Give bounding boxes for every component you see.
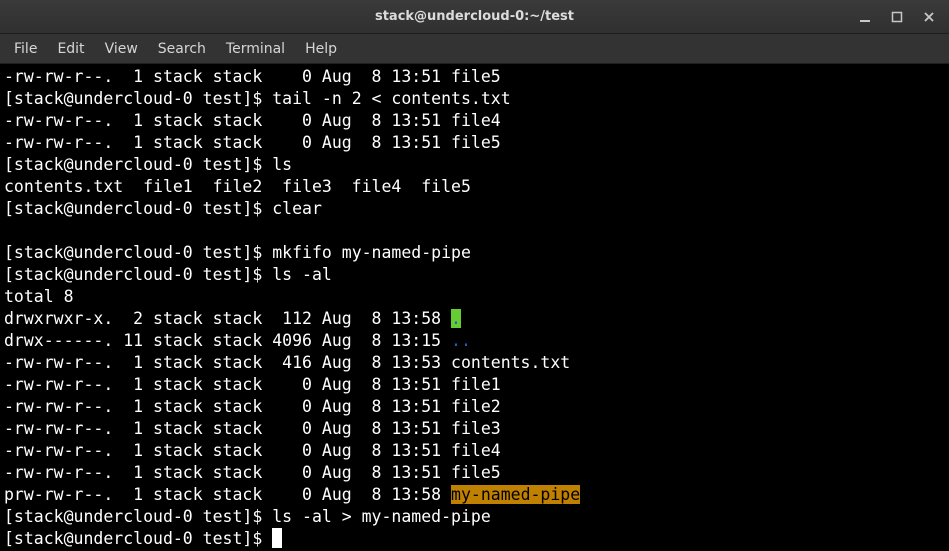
output-line: total 8 [4,287,74,306]
command: ls [272,155,292,174]
prompt: [stack@undercloud-0 test]$ [4,89,272,108]
terminal-output[interactable]: -rw-rw-r--. 1 stack stack 0 Aug 8 13:51 … [0,64,949,551]
output-line: -rw-rw-r--. 1 stack stack 0 Aug 8 13:51 … [4,397,501,416]
menu-search[interactable]: Search [148,37,216,61]
command: ls -al > my-named-pipe [272,507,491,526]
menu-view[interactable]: View [95,37,148,61]
close-icon [923,11,935,23]
menu-file[interactable]: File [4,37,47,61]
output-line: prw-rw-r--. 1 stack stack 0 Aug 8 13:58 [4,485,451,504]
minimize-button[interactable] [849,3,881,31]
maximize-button[interactable] [881,3,913,31]
cursor [272,528,282,548]
minimize-icon [859,11,871,23]
output-line: -rw-rw-r--. 1 stack stack 0 Aug 8 13:51 … [4,463,501,482]
menubar: File Edit View Search Terminal Help [0,34,949,64]
prompt: [stack@undercloud-0 test]$ [4,529,272,548]
output-line: -rw-rw-r--. 1 stack stack 0 Aug 8 13:51 … [4,441,501,460]
command: ls -al [272,265,332,284]
menu-help[interactable]: Help [295,37,347,61]
titlebar: stack@undercloud-0:~/test [0,0,949,34]
menu-edit[interactable]: Edit [47,37,94,61]
menu-terminal[interactable]: Terminal [216,37,295,61]
named-pipe: my-named-pipe [451,485,580,504]
window-controls [849,0,945,33]
close-button[interactable] [913,3,945,31]
maximize-icon [891,11,903,23]
output-line: drwx------. 11 stack stack 4096 Aug 8 13… [4,331,451,350]
output-line: contents.txt file1 file2 file3 file4 fil… [4,177,471,196]
output-line: -rw-rw-r--. 1 stack stack 0 Aug 8 13:51 … [4,133,501,152]
output-line: -rw-rw-r--. 1 stack stack 0 Aug 8 13:51 … [4,111,501,130]
output-line: -rw-rw-r--. 1 stack stack 416 Aug 8 13:5… [4,353,570,372]
command: tail -n 2 < contents.txt [272,89,510,108]
prompt: [stack@undercloud-0 test]$ [4,265,272,284]
output-line: -rw-rw-r--. 1 stack stack 0 Aug 8 13:51 … [4,419,501,438]
command: mkfifo my-named-pipe [272,243,471,262]
prompt: [stack@undercloud-0 test]$ [4,243,272,262]
window-title: stack@undercloud-0:~/test [375,9,574,24]
prompt: [stack@undercloud-0 test]$ [4,155,272,174]
output-line: -rw-rw-r--. 1 stack stack 0 Aug 8 13:51 … [4,375,501,394]
command: clear [272,199,322,218]
output-line: drwxrwxr-x. 2 stack stack 112 Aug 8 13:5… [4,309,451,328]
dir-parent: .. [451,331,471,350]
output-line: -rw-rw-r--. 1 stack stack 0 Aug 8 13:51 … [4,67,501,86]
dir-current: . [451,309,461,328]
prompt: [stack@undercloud-0 test]$ [4,199,272,218]
prompt: [stack@undercloud-0 test]$ [4,507,272,526]
